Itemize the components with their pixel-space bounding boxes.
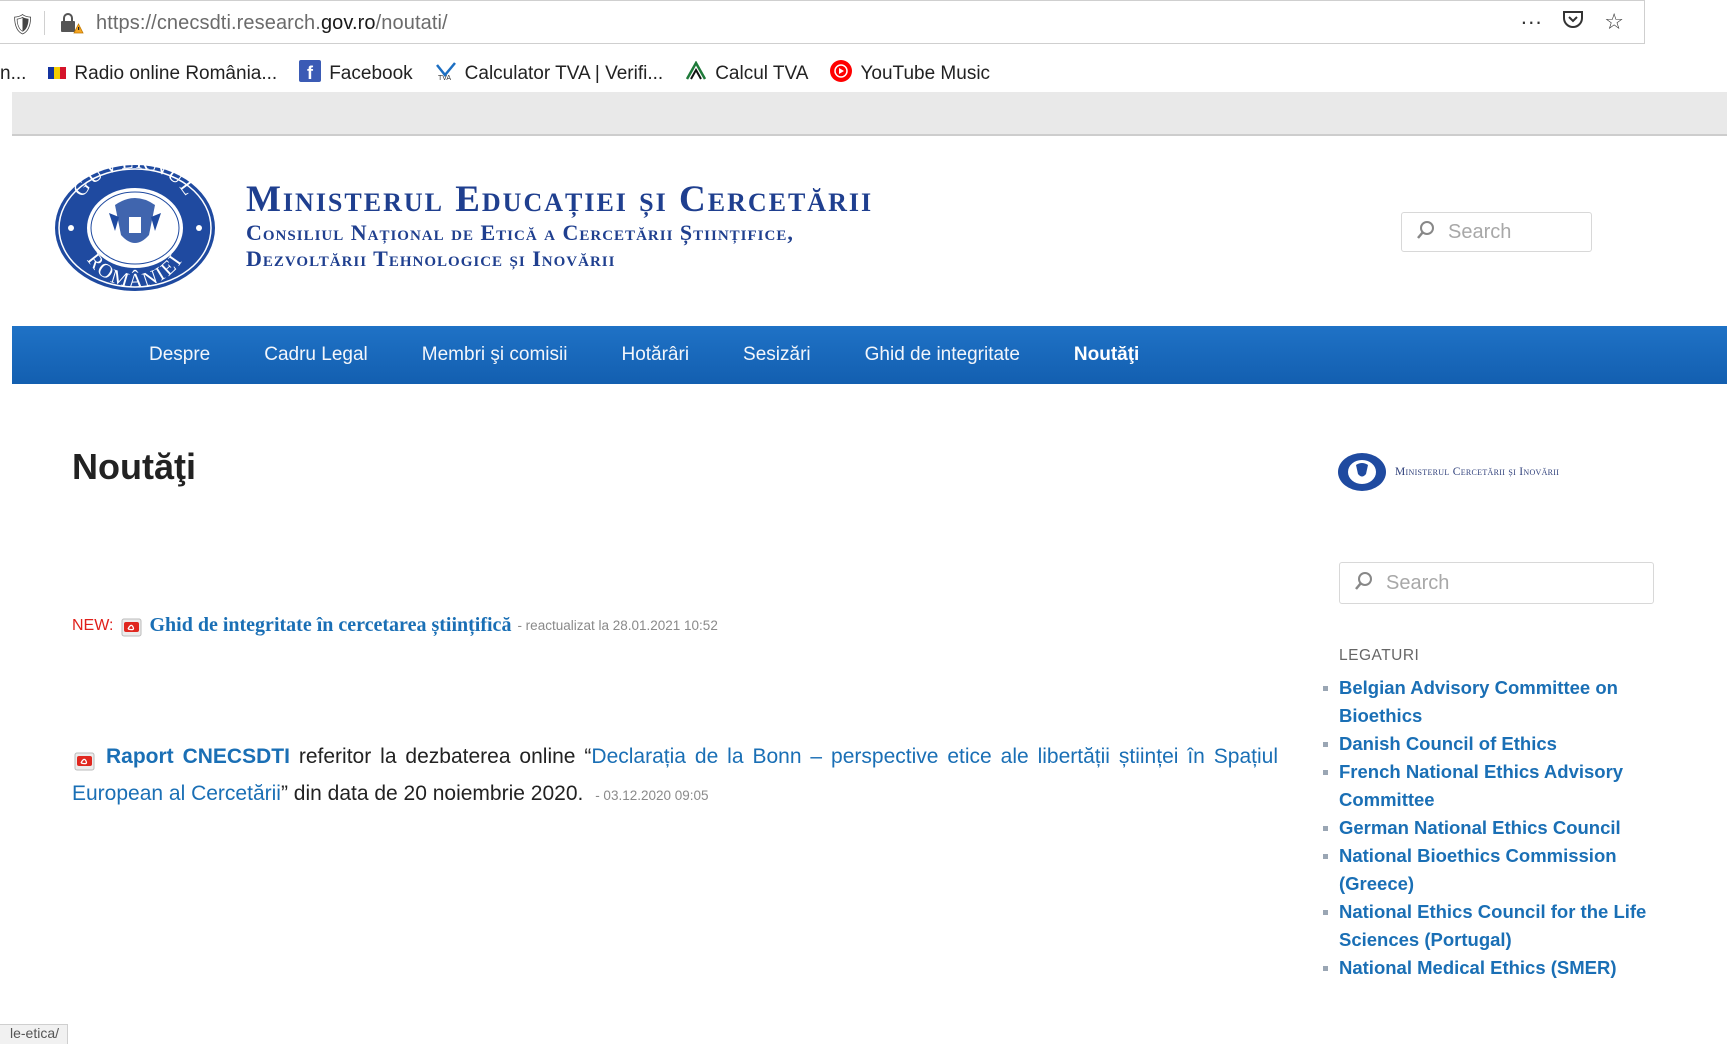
bookmarks-bar: n... Radio online România... f Facebook … xyxy=(0,56,1727,92)
raport-text-end: ” din data de 20 noiembrie 2020. xyxy=(280,782,584,805)
ministry-title: Ministerul Educației și Cercetării xyxy=(246,179,874,220)
page-title: Noutăţi xyxy=(72,446,196,487)
header-search-input[interactable] xyxy=(1446,219,1570,245)
insecure-lock-icon[interactable] xyxy=(58,12,84,39)
ministry-seal-icon xyxy=(1338,453,1386,491)
link-portugal-council[interactable]: National Ethics Council for the Life Sci… xyxy=(1339,901,1646,950)
youtube-music-icon xyxy=(830,60,853,88)
bookmark-item[interactable]: f Facebook xyxy=(299,60,413,88)
list-item: Belgian Advisory Committee on Bioethics xyxy=(1318,674,1658,730)
nav-item-ghid[interactable]: Ghid de integritate xyxy=(838,344,1047,366)
search-icon xyxy=(1354,571,1374,596)
pdf-icon xyxy=(74,747,95,771)
main-navigation: Despre Cadru Legal Membri şi comisii Hot… xyxy=(12,326,1727,384)
sidebar-search-box[interactable] xyxy=(1339,562,1654,604)
list-item: National Bioethics Commission (Greece) xyxy=(1318,842,1658,898)
bookmark-item[interactable]: Radio online România... xyxy=(48,63,277,85)
council-subtitle-line1: Consiliul Național de Etică a Cercetării… xyxy=(246,220,794,245)
url-text[interactable]: https://cnecsdti.research.gov.ro/noutati… xyxy=(96,12,448,35)
site-title-block[interactable]: Ministerul Educației și Cercetării Consi… xyxy=(246,180,873,272)
news-item-ghid: NEW: Ghid de integritate în cercetarea ș… xyxy=(72,614,718,637)
sidebar-logo-text: Ministerul Cercetării și Inovării xyxy=(1395,466,1560,478)
nav-item-membri[interactable]: Membri şi comisii xyxy=(395,344,595,366)
bookmark-item[interactable]: n... xyxy=(0,63,26,85)
url-separator xyxy=(44,11,45,35)
svg-text:TVA: TVA xyxy=(438,75,451,81)
link-french-committee[interactable]: French National Ethics Advisory Committe… xyxy=(1339,761,1623,810)
link-belgian-committee[interactable]: Belgian Advisory Committee on Bioethics xyxy=(1339,677,1618,726)
government-seal-logo[interactable]: GUVERNUL ROMÂNIEI xyxy=(53,151,217,293)
header-search-box[interactable] xyxy=(1401,212,1592,252)
raport-link[interactable]: Raport CNECSDTI xyxy=(106,745,290,768)
link-danish-council[interactable]: Danish Council of Ethics xyxy=(1339,733,1557,754)
news-meta-date: - reactualizat la 28.01.2021 10:52 xyxy=(517,618,718,633)
facebook-icon: f xyxy=(299,60,322,88)
nav-item-sesizari[interactable]: Sesizări xyxy=(716,344,838,366)
url-actions: ··· ☆ xyxy=(1520,9,1624,35)
list-item: National Ethics Council for the Life Sci… xyxy=(1318,898,1658,954)
news-meta-date: - 03.12.2020 09:05 xyxy=(595,788,709,803)
list-item: Danish Council of Ethics xyxy=(1318,730,1658,758)
list-item: German National Ethics Council xyxy=(1318,814,1658,842)
link-german-council[interactable]: German National Ethics Council xyxy=(1339,817,1621,838)
raport-text: referitor la dezbaterea online “ xyxy=(289,745,592,768)
link-smer[interactable]: National Medical Ethics (SMER) xyxy=(1339,957,1617,978)
nav-item-hotarari[interactable]: Hotărâri xyxy=(594,344,716,366)
council-subtitle-line2: Dezvoltării Tehnologice și Inovării xyxy=(246,246,616,271)
pocket-icon[interactable] xyxy=(1562,9,1584,35)
bookmark-item[interactable]: TVA Calculator TVA | Verifi... xyxy=(435,61,663,87)
ghid-integritate-link[interactable]: Ghid de integritate în cercetarea științ… xyxy=(149,614,511,637)
links-heading: LEGATURI xyxy=(1339,647,1420,664)
nav-item-despre[interactable]: Despre xyxy=(12,344,237,366)
more-actions-icon[interactable]: ··· xyxy=(1520,9,1542,35)
bookmark-item[interactable]: Calcul TVA xyxy=(685,60,808,87)
sidebar-ministry-logo[interactable]: Ministerul Cercetării și Inovării xyxy=(1337,452,1559,492)
external-links-list: Belgian Advisory Committee on Bioethics … xyxy=(1318,674,1658,982)
tracking-protection-icon[interactable]: 🛡 xyxy=(10,12,35,37)
pdf-icon xyxy=(121,616,142,636)
page-top-band xyxy=(12,92,1727,136)
bookmark-item[interactable]: YouTube Music xyxy=(830,60,990,88)
list-item: French National Ethics Advisory Committe… xyxy=(1318,758,1658,814)
status-bar-url: le-etica/ xyxy=(0,1024,69,1044)
triangle-logo-icon xyxy=(685,60,707,87)
list-item: National Medical Ethics (SMER) xyxy=(1318,954,1658,982)
tva-icon: TVA xyxy=(435,61,457,87)
new-badge: NEW: xyxy=(72,616,114,634)
address-bar[interactable]: 🛡 https://cnecsdti.research.gov.ro/nouta… xyxy=(0,0,1645,44)
nav-item-cadru-legal[interactable]: Cadru Legal xyxy=(237,344,395,366)
sidebar-search-input[interactable] xyxy=(1384,570,1608,596)
bookmark-star-icon[interactable]: ☆ xyxy=(1604,9,1624,35)
news-item-raport: Raport CNECSDTI referitor la dezbaterea … xyxy=(72,738,1278,814)
romanian-flag-icon xyxy=(48,63,67,85)
search-icon xyxy=(1416,220,1436,245)
link-greece-commission[interactable]: National Bioethics Commission (Greece) xyxy=(1339,845,1617,894)
svg-text:f: f xyxy=(307,63,314,82)
nav-item-noutati[interactable]: Noutăţi xyxy=(1047,344,1166,366)
